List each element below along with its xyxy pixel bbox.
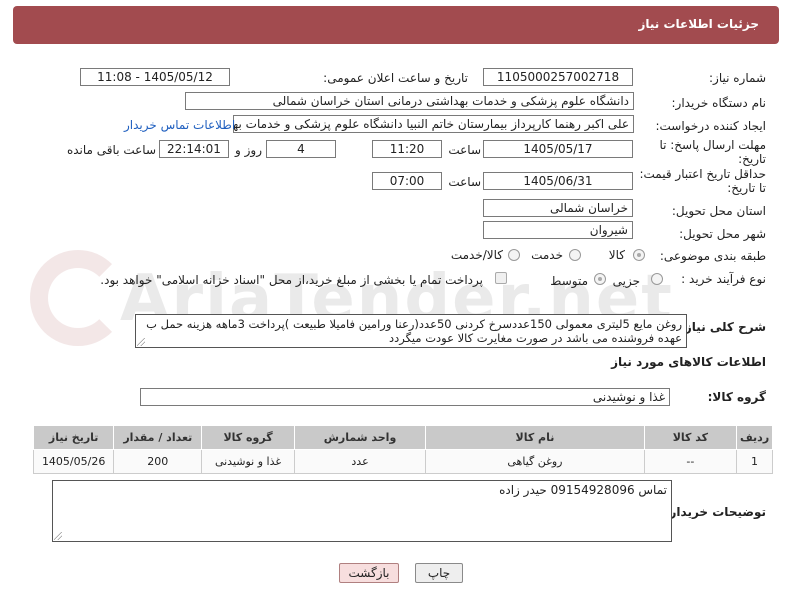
process-medium-label: متوسط (550, 274, 588, 288)
price-validity-time-field: 07:00 (372, 172, 442, 190)
creator-label: ایجاد کننده درخواست: (655, 119, 766, 133)
announce-date-label: تاریخ و ساعت اعلان عمومی: (323, 71, 468, 85)
reply-time-field: 11:20 (372, 140, 442, 158)
buyer-notes-label: توضیحات خریدار: (664, 505, 766, 519)
reply-deadline-label-2: تاریخ: (738, 152, 766, 166)
col-need-date: تاریخ نیاز (32, 425, 115, 450)
col-group: گروه کالا (201, 425, 295, 450)
cell-unit: عدد (293, 449, 427, 474)
price-validity-label: حداقل تاریخ اعتبار قیمت: (639, 167, 766, 181)
table-row: 1 -- روغن گیاهی عدد غذا و نوشیدنی 200 14… (32, 449, 773, 474)
cell-quantity: 200 (113, 449, 203, 474)
price-validity-date-field: 1405/06/31 (483, 172, 633, 190)
reply-time-label: ساعت (448, 143, 481, 157)
goods-group-label: گروه کالا: (707, 390, 766, 404)
need-number-label: شماره نیاز: (709, 71, 766, 85)
cell-need-date: 1405/05/26 (32, 449, 115, 474)
col-name: نام کالا (425, 425, 645, 450)
price-validity-label-2: تا تاریخ: (727, 181, 766, 195)
province-field: خراسان شمالی (483, 199, 633, 217)
treasury-payment-note: پرداخت تمام یا بخشی از مبلغ خرید،از محل … (100, 273, 483, 287)
need-number-field: 1105000257002718 (483, 68, 633, 86)
days-label: روز و (235, 143, 262, 157)
resize-grip-icon[interactable] (54, 532, 62, 540)
province-label: استان محل تحویل: (671, 204, 766, 218)
remaining-time-label: ساعت باقی مانده (66, 143, 156, 157)
category-goods-label: کالا (608, 248, 625, 262)
process-minor-label: جزیی (612, 274, 640, 288)
buyer-notes-textarea[interactable]: تماس 09154928096 حیدر زاده (52, 480, 672, 542)
buyer-notes-text: تماس 09154928096 حیدر زاده (499, 483, 667, 497)
category-service-radio[interactable] (569, 249, 581, 261)
category-goods-service-label: کالا/خدمت (450, 248, 503, 262)
buyer-contact-link[interactable]: اطلاعات تماس خریدار (124, 118, 235, 132)
cell-row: 1 (736, 449, 773, 474)
category-label: طبقه بندی موضوعی: (659, 249, 766, 263)
description-textarea[interactable]: روغن مایع 5لیتری معمولی 150عددسرخ کردنی … (135, 314, 687, 348)
category-goods-radio[interactable] (633, 249, 645, 261)
process-medium-radio[interactable] (594, 273, 606, 285)
city-label: شهر محل تحویل: (679, 227, 766, 241)
page-title: جزئیات اطلاعات نیاز (638, 17, 759, 31)
reply-deadline-label: مهلت ارسال پاسخ: تا (659, 138, 766, 152)
buyer-org-field: دانشگاه علوم پزشکی و خدمات بهداشتی درمان… (185, 92, 634, 110)
page-header: جزئیات اطلاعات نیاز (13, 6, 779, 44)
days-field: 4 (266, 140, 336, 158)
category-service-label: خدمت (531, 248, 563, 262)
cell-code: -- (643, 449, 738, 474)
col-quantity: تعداد / مقدار (113, 425, 203, 450)
creator-field: علی اکبر رهنما کارپرداز بیمارستان خاتم ا… (233, 115, 634, 133)
city-field: شیروان (483, 221, 633, 239)
col-unit: واحد شمارش (293, 425, 427, 450)
cell-name: روغن گیاهی (425, 449, 645, 474)
treasury-payment-checkbox[interactable] (495, 272, 507, 284)
col-code: کد کالا (643, 425, 738, 450)
resize-grip-icon[interactable] (137, 338, 145, 346)
back-button[interactable]: بازگشت (339, 563, 399, 583)
col-row: ردیف (736, 425, 773, 450)
category-goods-service-radio[interactable] (508, 249, 520, 261)
process-label: نوع فرآیند خرید : (681, 272, 766, 286)
remaining-time-field: 22:14:01 (159, 140, 229, 158)
print-button[interactable]: چاپ (415, 563, 463, 583)
description-text: روغن مایع 5لیتری معمولی 150عددسرخ کردنی … (146, 317, 682, 345)
announce-date-field: 1405/05/12 - 11:08 (80, 68, 230, 86)
watermark-logo-icon (30, 250, 126, 346)
price-time-label: ساعت (448, 175, 481, 189)
description-label: شرح کلی نیاز: (680, 320, 766, 334)
process-minor-radio[interactable] (651, 273, 663, 285)
goods-info-title: اطلاعات کالاهای مورد نیاز (611, 355, 766, 369)
goods-table: ردیف کد کالا نام کالا واحد شمارش گروه کا… (32, 425, 773, 474)
table-header-row: ردیف کد کالا نام کالا واحد شمارش گروه کا… (32, 425, 773, 450)
goods-group-field: غذا و نوشیدنی (140, 388, 670, 406)
reply-date-field: 1405/05/17 (483, 140, 633, 158)
buyer-org-label: نام دستگاه خریدار: (671, 96, 767, 110)
cell-group: غذا و نوشیدنی (201, 449, 295, 474)
